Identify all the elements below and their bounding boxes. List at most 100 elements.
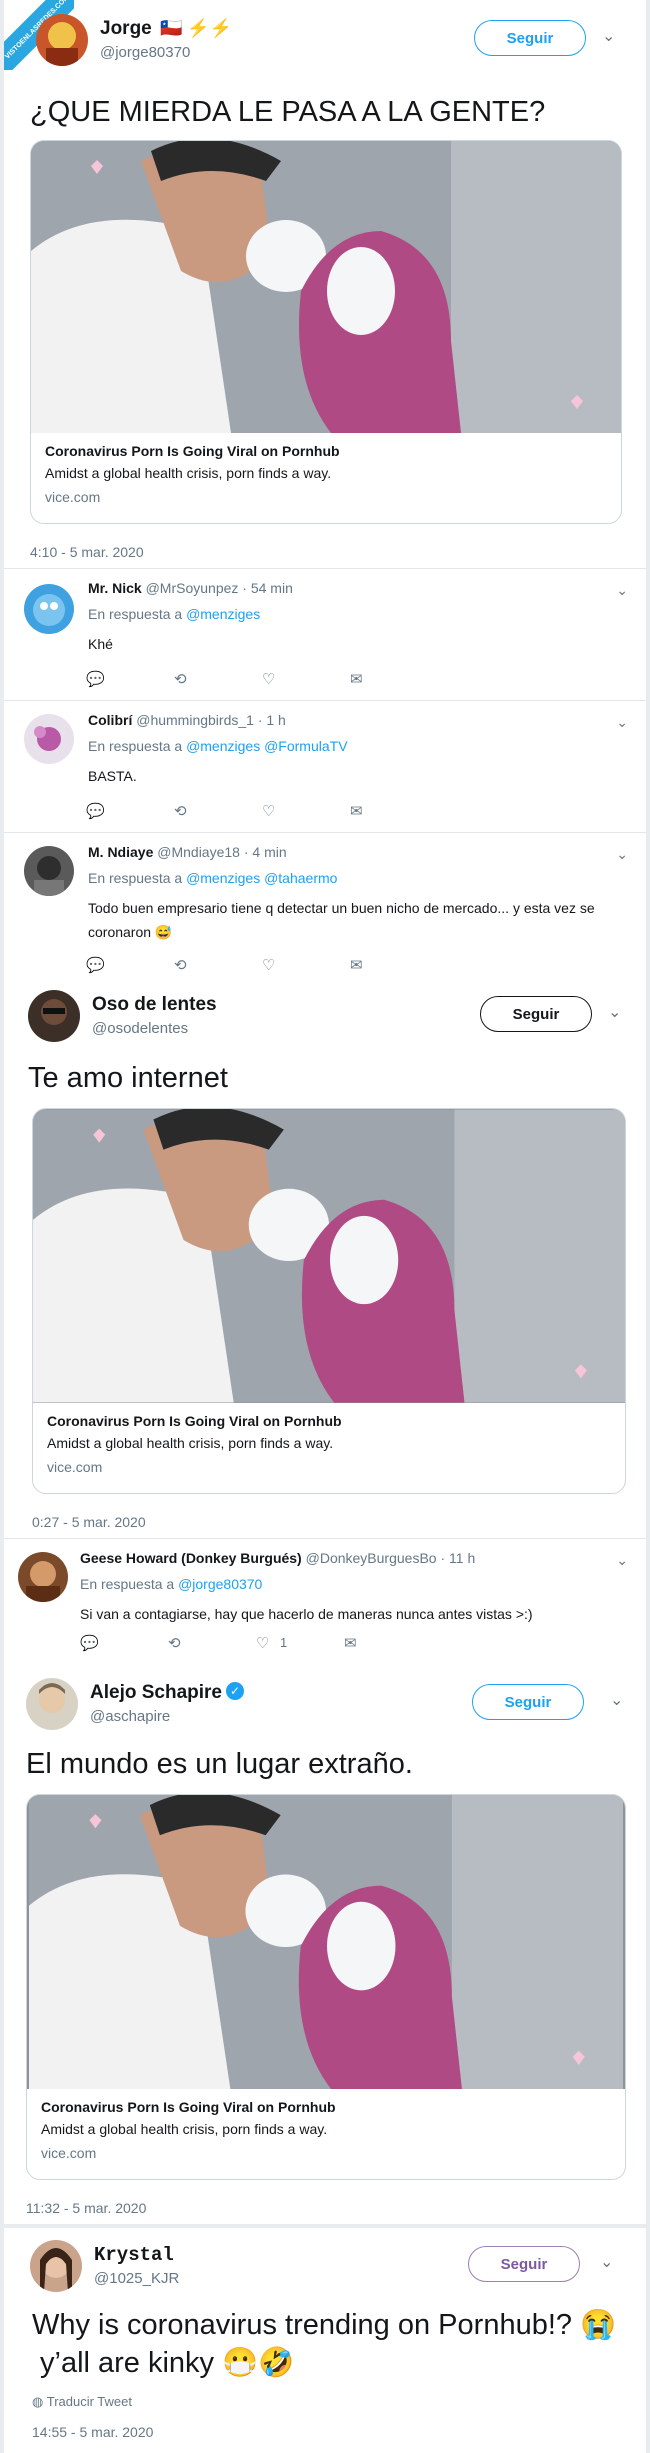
reply-name[interactable]: Geese Howard (Donkey Burgués) bbox=[80, 1550, 302, 1566]
tweet-text: ¿QUE MIERDA LE PASA A LA GENTE? bbox=[30, 96, 546, 128]
like-count: 1 bbox=[280, 1635, 288, 1650]
reply-tweet[interactable]: Colibrí @hummingbirds_1 · 1 h ⌄ En respu… bbox=[4, 704, 646, 832]
like-icon[interactable]: ♡ bbox=[262, 670, 284, 690]
tweet-krystal: Krystal @1025_KJR Seguir ⌄ Why is corona… bbox=[4, 2228, 646, 2453]
chevron-down-icon[interactable]: ⌄ bbox=[616, 582, 628, 599]
reply-handle[interactable]: @Mndiaye18 · 4 min bbox=[157, 844, 286, 860]
user-name[interactable]: Jorge bbox=[100, 18, 152, 40]
reply-to-label: En respuesta a bbox=[88, 606, 183, 622]
reply-text: Khé bbox=[88, 636, 113, 652]
reply-to-label: En respuesta a bbox=[80, 1576, 175, 1592]
retweet-icon[interactable]: ⟲ bbox=[168, 1634, 190, 1654]
card-title: Coronavirus Porn Is Going Viral on Pornh… bbox=[47, 1413, 342, 1429]
reply-mentions[interactable]: @menziges @FormulaTV bbox=[186, 738, 347, 754]
reply-mentions[interactable]: @jorge80370 bbox=[178, 1576, 262, 1592]
reply-text: BASTA. bbox=[88, 768, 137, 784]
avatar[interactable] bbox=[24, 714, 74, 764]
reply-icon[interactable]: 💬 bbox=[86, 956, 108, 976]
reply-handle[interactable]: @hummingbirds_1 · 1 h bbox=[136, 712, 286, 728]
card-description: Amidst a global health crisis, porn find… bbox=[41, 2121, 328, 2137]
tweet-timestamp[interactable]: 14:55 - 5 mar. 2020 bbox=[32, 2424, 153, 2440]
reply-icon[interactable]: 💬 bbox=[80, 1634, 102, 1654]
globe-icon: ◍ bbox=[32, 2394, 44, 2409]
avatar[interactable] bbox=[26, 1678, 78, 1730]
reply-text: Todo buen empresario tiene q detectar un… bbox=[88, 900, 595, 940]
reply-icon[interactable]: 💬 bbox=[86, 802, 108, 822]
user-handle[interactable]: @osodelentes bbox=[92, 1020, 188, 1037]
verified-badge-icon: ✓ bbox=[226, 1682, 244, 1700]
chevron-down-icon[interactable]: ⌄ bbox=[616, 1552, 628, 1569]
card-domain: vice.com bbox=[45, 489, 101, 505]
tweet-timestamp[interactable]: 0:27 - 5 mar. 2020 bbox=[32, 1514, 146, 1530]
user-flags: 🇨🇱 ⚡⚡ bbox=[160, 18, 233, 38]
message-icon[interactable]: ✉ bbox=[350, 956, 372, 976]
like-icon[interactable]: ♡ bbox=[256, 1634, 278, 1654]
reply-tweet[interactable]: Mr. Nick @MrSoyunpez · 54 min ⌄ En respu… bbox=[4, 572, 646, 700]
card-domain: vice.com bbox=[47, 1459, 103, 1475]
retweet-icon[interactable]: ⟲ bbox=[174, 802, 196, 822]
tweet-timestamp[interactable]: 4:10 - 5 mar. 2020 bbox=[30, 544, 144, 560]
card-title: Coronavirus Porn Is Going Viral on Pornh… bbox=[45, 443, 340, 459]
avatar[interactable] bbox=[24, 584, 74, 634]
user-name[interactable]: Oso de lentes bbox=[92, 994, 217, 1016]
chevron-down-icon[interactable]: ⌄ bbox=[610, 1690, 623, 1710]
chevron-down-icon[interactable]: ⌄ bbox=[602, 26, 615, 46]
card-image bbox=[27, 1795, 625, 2089]
translate-link[interactable]: ◍ Traducir Tweet bbox=[32, 2394, 132, 2410]
user-handle[interactable]: @1025_KJR bbox=[94, 2270, 179, 2287]
like-icon[interactable]: ♡ bbox=[262, 802, 284, 822]
translate-label: Traducir Tweet bbox=[46, 2394, 132, 2409]
reply-tweet[interactable]: Geese Howard (Donkey Burgués) @DonkeyBur… bbox=[4, 1542, 646, 1662]
link-card[interactable]: Coronavirus Porn Is Going Viral on Pornh… bbox=[26, 1794, 626, 2180]
reply-icon[interactable]: 💬 bbox=[86, 670, 108, 690]
card-title: Coronavirus Porn Is Going Viral on Pornh… bbox=[41, 2099, 336, 2115]
reply-name[interactable]: Colibrí bbox=[88, 712, 132, 728]
user-name[interactable]: Krystal bbox=[94, 2244, 174, 2266]
tweet-timestamp[interactable]: 11:32 - 5 mar. 2020 bbox=[26, 2200, 146, 2216]
reply-text: Si van a contagiarse, hay que hacerlo de… bbox=[80, 1606, 533, 1622]
reply-name[interactable]: Mr. Nick bbox=[88, 580, 142, 596]
tweet-alejo-schapire: Alejo Schapire ✓ @aschapire Seguir ⌄ El … bbox=[4, 1664, 646, 2224]
avatar[interactable] bbox=[28, 990, 80, 1042]
tweet-text-line-2: y’all are kinky 😷🤣 bbox=[40, 2347, 295, 2379]
tweet-jorge: VISTOENLASREDES.COM Jorge 🇨🇱 ⚡⚡ @jorge80… bbox=[4, 0, 646, 1034]
message-icon[interactable]: ✉ bbox=[344, 1634, 366, 1654]
card-description: Amidst a global health crisis, porn find… bbox=[45, 465, 332, 481]
tweet-text: El mundo es un lugar extraño. bbox=[26, 1748, 413, 1780]
tweet-text: Te amo internet bbox=[28, 1062, 228, 1094]
message-icon[interactable]: ✉ bbox=[350, 802, 372, 822]
user-handle[interactable]: @jorge80370 bbox=[100, 44, 190, 61]
reply-mentions[interactable]: @menziges bbox=[186, 606, 260, 622]
avatar[interactable] bbox=[24, 846, 74, 896]
avatar[interactable] bbox=[36, 14, 88, 66]
tweet-oso-de-lentes: Oso de lentes @osodelentes Seguir ⌄ Te a… bbox=[4, 976, 646, 1664]
message-icon[interactable]: ✉ bbox=[350, 670, 372, 690]
link-card[interactable]: Coronavirus Porn Is Going Viral on Pornh… bbox=[32, 1108, 626, 1494]
reply-to-label: En respuesta a bbox=[88, 738, 183, 754]
card-image bbox=[31, 141, 621, 433]
follow-button[interactable]: Seguir bbox=[472, 1684, 584, 1720]
chevron-down-icon[interactable]: ⌄ bbox=[600, 2252, 613, 2272]
chevron-down-icon[interactable]: ⌄ bbox=[616, 846, 628, 863]
reply-to-label: En respuesta a bbox=[88, 870, 183, 886]
card-description: Amidst a global health crisis, porn find… bbox=[47, 1435, 334, 1451]
follow-button[interactable]: Seguir bbox=[468, 2246, 580, 2282]
chevron-down-icon[interactable]: ⌄ bbox=[616, 714, 628, 731]
user-handle[interactable]: @aschapire bbox=[90, 1708, 170, 1725]
like-icon[interactable]: ♡ bbox=[262, 956, 284, 976]
avatar[interactable] bbox=[18, 1552, 68, 1602]
retweet-icon[interactable]: ⟲ bbox=[174, 956, 196, 976]
reply-handle[interactable]: @MrSoyunpez · 54 min bbox=[146, 580, 293, 596]
user-name[interactable]: Alejo Schapire bbox=[90, 1682, 222, 1704]
reply-mentions[interactable]: @menziges @tahaermo bbox=[186, 870, 337, 886]
link-card[interactable]: Coronavirus Porn Is Going Viral on Pornh… bbox=[30, 140, 622, 524]
card-domain: vice.com bbox=[41, 2145, 97, 2161]
retweet-icon[interactable]: ⟲ bbox=[174, 670, 196, 690]
reply-handle[interactable]: @DonkeyBurguesBo · 11 h bbox=[306, 1550, 476, 1566]
tweet-text-line-1: Why is coronavirus trending on Pornhub!?… bbox=[32, 2309, 617, 2341]
follow-button[interactable]: Seguir bbox=[474, 20, 586, 56]
follow-button[interactable]: Seguir bbox=[480, 996, 592, 1032]
avatar[interactable] bbox=[30, 2240, 82, 2292]
reply-name[interactable]: M. Ndiaye bbox=[88, 844, 153, 860]
chevron-down-icon[interactable]: ⌄ bbox=[608, 1002, 621, 1022]
